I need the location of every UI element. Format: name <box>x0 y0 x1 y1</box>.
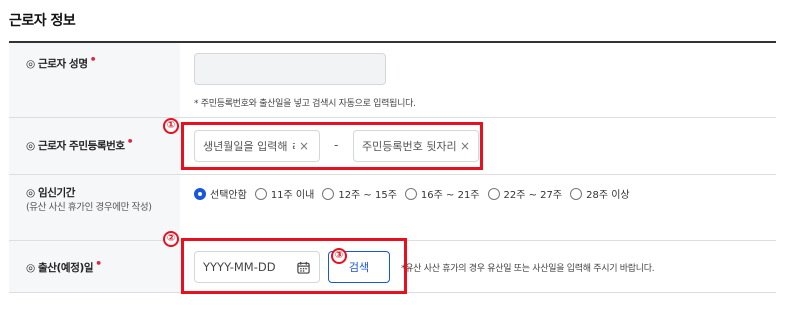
radio-label: 16주 ~ 21주 <box>420 190 480 201</box>
radio-unchecked-icon <box>570 187 583 200</box>
radio-option-11w[interactable]: 11주 이내 <box>254 186 315 201</box>
radio-unchecked-icon <box>322 187 335 200</box>
radio-option-16-21w[interactable]: 16주 ~ 21주 <box>404 186 480 201</box>
radio-label: 22주 ~ 27주 <box>503 190 563 201</box>
radio-unchecked-icon <box>254 187 267 200</box>
section-title: 근로자 정보 <box>9 13 76 29</box>
worker-rrn-label: ◎ 근로자 주민등록번호 • <box>26 135 134 153</box>
radio-option-22-27w[interactable]: 22주 ~ 27주 <box>487 186 563 201</box>
required-mark: • <box>89 53 97 66</box>
required-mark: • <box>126 135 134 148</box>
row-worker-name: ◎ 근로자 성명 • * 주민등록번호와 출산일을 넣고 검색시 자동으로 입력됩… <box>9 43 776 118</box>
annotation-badge-2: ② <box>163 231 179 247</box>
miscarriage-note: *유산 사산 휴가의 경우 유산일 또는 사산일을 입력해 주시기 바랍니다. <box>401 264 655 274</box>
worker-rrn-label-text: ◎ 근로자 주민등록번호 <box>26 140 125 152</box>
annotation-badge-1: ① <box>163 118 179 134</box>
required-mark: • <box>95 257 102 270</box>
radio-label: 12주 ~ 15주 <box>338 190 397 201</box>
radio-label: 선택안함 <box>210 190 247 201</box>
pregnancy-period-label: ◎ 임신기간 <box>26 187 76 199</box>
radio-unchecked-icon <box>404 187 417 200</box>
radio-option-12-15w[interactable]: 12주 ~ 15주 <box>322 186 397 201</box>
worker-name-input[interactable] <box>194 53 386 85</box>
birth-date-label-text: ◎ 출산(예정)일 <box>26 262 94 274</box>
highlight-box-rrn <box>181 122 483 170</box>
radio-checked-icon <box>194 187 206 200</box>
highlight-box-birth-date <box>181 238 407 294</box>
birth-date-label: ◎ 출산(예정)일 • <box>26 257 102 275</box>
row-pregnancy-period: ◎ 임신기간 (유산 사신 휴가인 경우에만 작성) 선택안함 11주 이내 1… <box>9 175 776 241</box>
radio-unchecked-icon <box>487 187 500 200</box>
auto-fill-note: * 주민등록번호와 출산일을 넣고 검색시 자동으로 입력됩니다. <box>194 99 416 109</box>
worker-name-label-text: ◎ 근로자 성명 <box>26 58 88 70</box>
radio-label: 11주 이내 <box>270 190 315 201</box>
worker-name-label: ◎ 근로자 성명 • <box>26 53 97 71</box>
radio-option-28w[interactable]: 28주 이상 <box>570 186 630 201</box>
pregnancy-period-sublabel: (유산 사신 휴가인 경우에만 작성) <box>26 202 152 213</box>
annotation-badge-3: ③ <box>331 248 347 264</box>
pregnancy-radio-group: 선택안함 11주 이내 12주 ~ 15주 16주 ~ 21주 22주 ~ 27… <box>194 186 638 201</box>
radio-option-none[interactable]: 선택안함 <box>194 186 247 201</box>
radio-label: 28주 이상 <box>586 190 630 201</box>
